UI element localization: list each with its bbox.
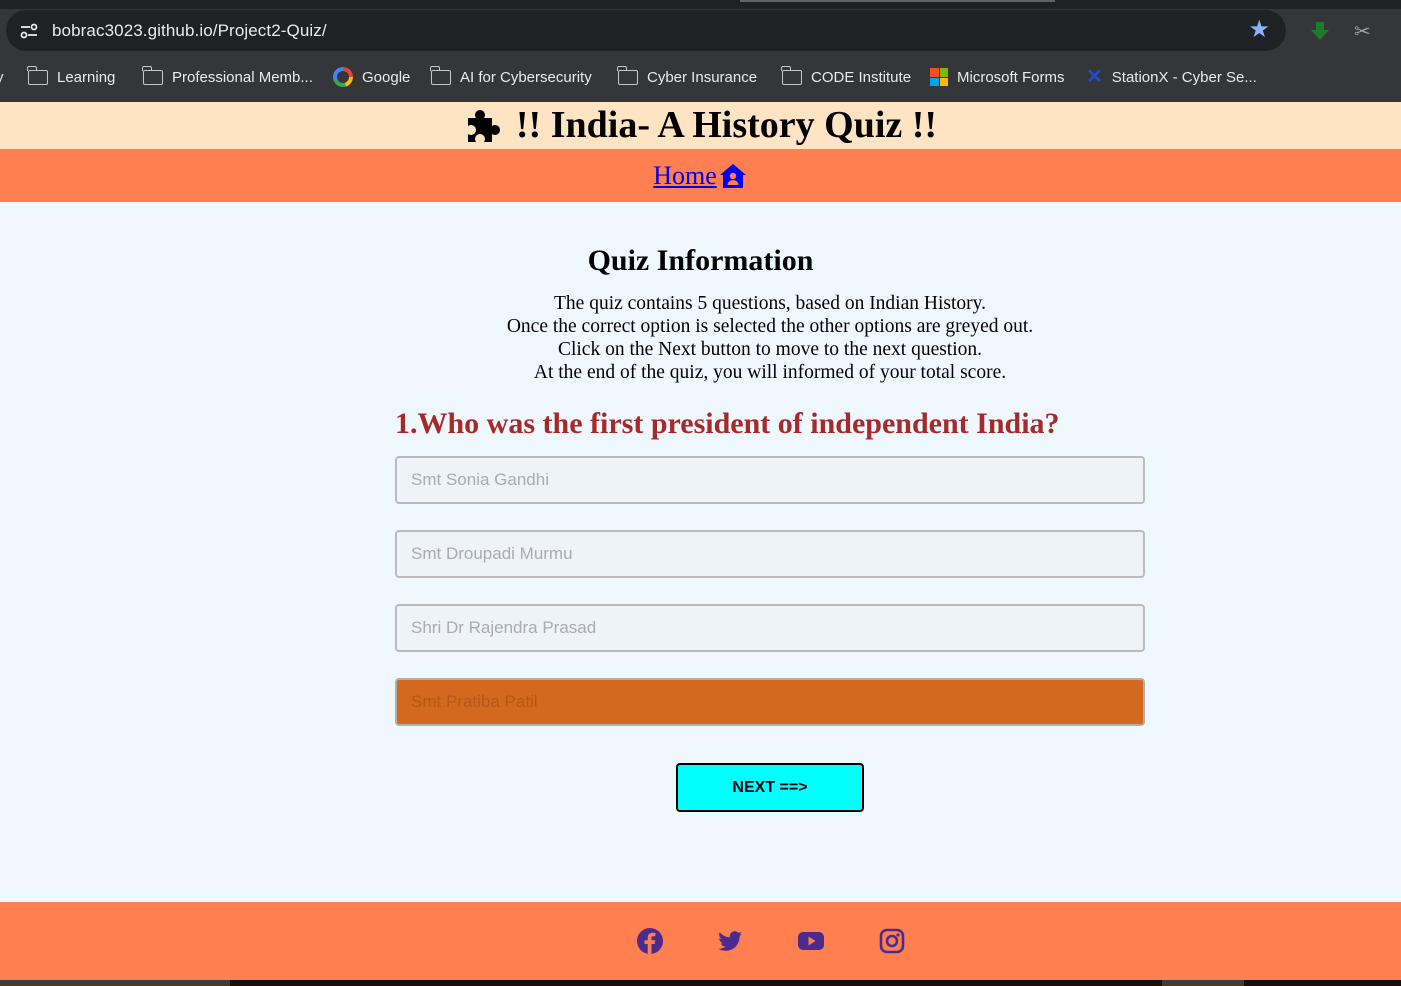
tab-indicator — [740, 0, 1055, 2]
scrollbar-segment — [1162, 980, 1244, 986]
bookmark-code-institute[interactable]: CODE Institute — [781, 65, 911, 89]
quiz-info-title: Quiz Information — [587, 244, 814, 277]
instagram-icon[interactable] — [878, 927, 906, 955]
next-button[interactable]: NEXT ==> — [676, 763, 864, 812]
browser-toolbar: bobrac3023.github.io/Project2-Quiz/ ★ ✂ … — [0, 9, 1401, 102]
home-icon — [719, 163, 746, 188]
answer-option-4-selected[interactable]: Smt Pratiba Patil — [395, 678, 1145, 726]
folder-icon — [781, 65, 802, 85]
folder-icon — [142, 65, 163, 85]
bookmark-cyber-insurance[interactable]: Cyber Insurance — [617, 65, 757, 89]
puzzle-icon — [467, 109, 500, 142]
home-link[interactable]: Home — [653, 149, 748, 202]
info-line: Click on the Next button to move to the … — [557, 339, 983, 360]
bookmark-microsoft-forms[interactable]: Microsoft Forms — [930, 65, 1065, 89]
bookmark-star-icon[interactable]: ★ — [1248, 16, 1270, 44]
bookmark-learning[interactable]: Learning — [27, 65, 115, 89]
bookmark-google[interactable]: Google — [333, 65, 410, 89]
title-bar: !! India- A History Quiz !! — [0, 102, 1401, 149]
info-line: Once the correct option is selected the … — [506, 316, 1034, 337]
tab-strip — [0, 0, 1401, 9]
answer-option-2[interactable]: Smt Droupadi Murmu — [395, 530, 1145, 578]
info-line: At the end of the quiz, you will informe… — [533, 362, 1007, 383]
google-icon — [333, 67, 353, 87]
info-line: The quiz contains 5 questions, based on … — [554, 293, 986, 314]
twitter-icon[interactable] — [716, 927, 744, 955]
facebook-icon[interactable] — [636, 927, 664, 955]
quiz-info-text: The quiz contains 5 questions, based on … — [270, 292, 1270, 384]
site-info-icon[interactable] — [18, 20, 40, 42]
bookmarks-bar: y Learning Professional Memb... Google A… — [0, 65, 1401, 89]
nav-bar: Home — [0, 149, 1401, 202]
page-content: !! India- A History Quiz !! Home Quiz In… — [0, 102, 1401, 980]
folder-icon — [430, 65, 451, 85]
url-text[interactable]: bobrac3023.github.io/Project2-Quiz/ — [52, 21, 327, 41]
extension-scissors-icon[interactable]: ✂ — [1354, 19, 1371, 44]
question-text: 1.Who was the first president of indepen… — [395, 407, 1060, 440]
bookmark-stationx[interactable]: ✕ StationX - Cyber Se... — [1086, 65, 1257, 89]
answer-option-1[interactable]: Smt Sonia Gandhi — [395, 456, 1145, 504]
microsoft-icon — [930, 68, 948, 86]
youtube-icon[interactable] — [797, 927, 825, 955]
stationx-icon: ✕ — [1086, 66, 1103, 88]
answer-option-3[interactable]: Shri Dr Rajendra Prasad — [395, 604, 1145, 652]
scrollbar-segment — [0, 980, 230, 986]
folder-icon — [27, 65, 48, 85]
download-extension-icon[interactable] — [1309, 20, 1331, 42]
address-bar[interactable]: bobrac3023.github.io/Project2-Quiz/ ★ — [6, 10, 1286, 51]
page-title: !! India- A History Quiz !! — [464, 102, 937, 149]
folder-icon — [617, 65, 638, 85]
bottom-edge — [0, 980, 1401, 986]
footer — [0, 902, 1401, 980]
bookmark-professional[interactable]: Professional Memb... — [142, 65, 313, 89]
bookmark-item[interactable]: y — [0, 65, 4, 89]
bookmark-ai-cybersecurity[interactable]: AI for Cybersecurity — [430, 65, 592, 89]
